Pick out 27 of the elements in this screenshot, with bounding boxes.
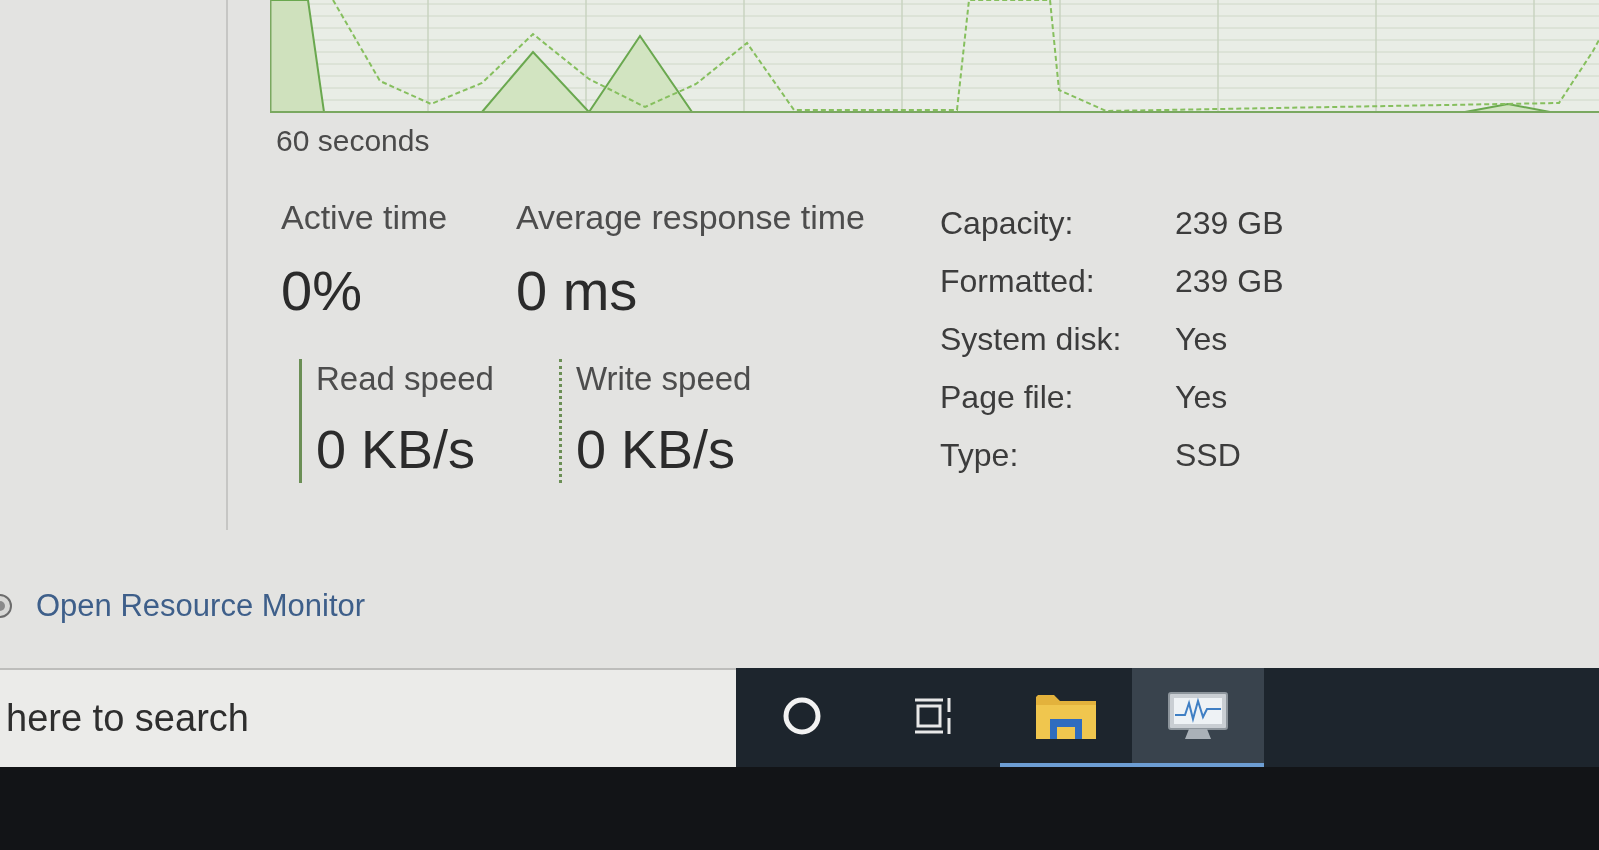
search-field[interactable]: here to search: [0, 668, 736, 767]
speed-value: 0 KB/s: [576, 418, 737, 480]
folder-icon: [1036, 692, 1096, 739]
speed-label: Read speed: [316, 359, 494, 399]
stat-label: Average response time: [516, 197, 865, 237]
taskbar-button[interactable]: [1132, 668, 1264, 767]
speed-label: Write speed: [576, 359, 752, 399]
stat-value: 0 ms: [516, 259, 639, 323]
property-value: SSD: [1175, 436, 1241, 475]
speed-value: 0 KB/s: [316, 418, 477, 480]
property-label: Type:: [940, 436, 1019, 475]
property-value: 239 GB: [1175, 204, 1284, 243]
property-label: Formatted:: [940, 262, 1095, 301]
property-value: Yes: [1175, 378, 1228, 417]
property-value: 239 GB: [1175, 262, 1284, 301]
property-label: Page file:: [940, 378, 1074, 417]
ring-icon: [0, 593, 14, 619]
property-label: System disk:: [940, 320, 1122, 359]
time-span-label: 60 seconds: [276, 123, 430, 159]
stat-label: Active time: [281, 197, 449, 237]
monitor-icon: [1165, 690, 1231, 741]
property-label: Capacity:: [940, 204, 1074, 243]
task-view-icon: [915, 695, 953, 736]
stat-value: 0%: [281, 259, 363, 323]
resource-monitor-link[interactable]: Open Resource Monitor: [36, 588, 366, 624]
circle-icon: [782, 695, 822, 736]
property-value: Yes: [1175, 320, 1228, 359]
